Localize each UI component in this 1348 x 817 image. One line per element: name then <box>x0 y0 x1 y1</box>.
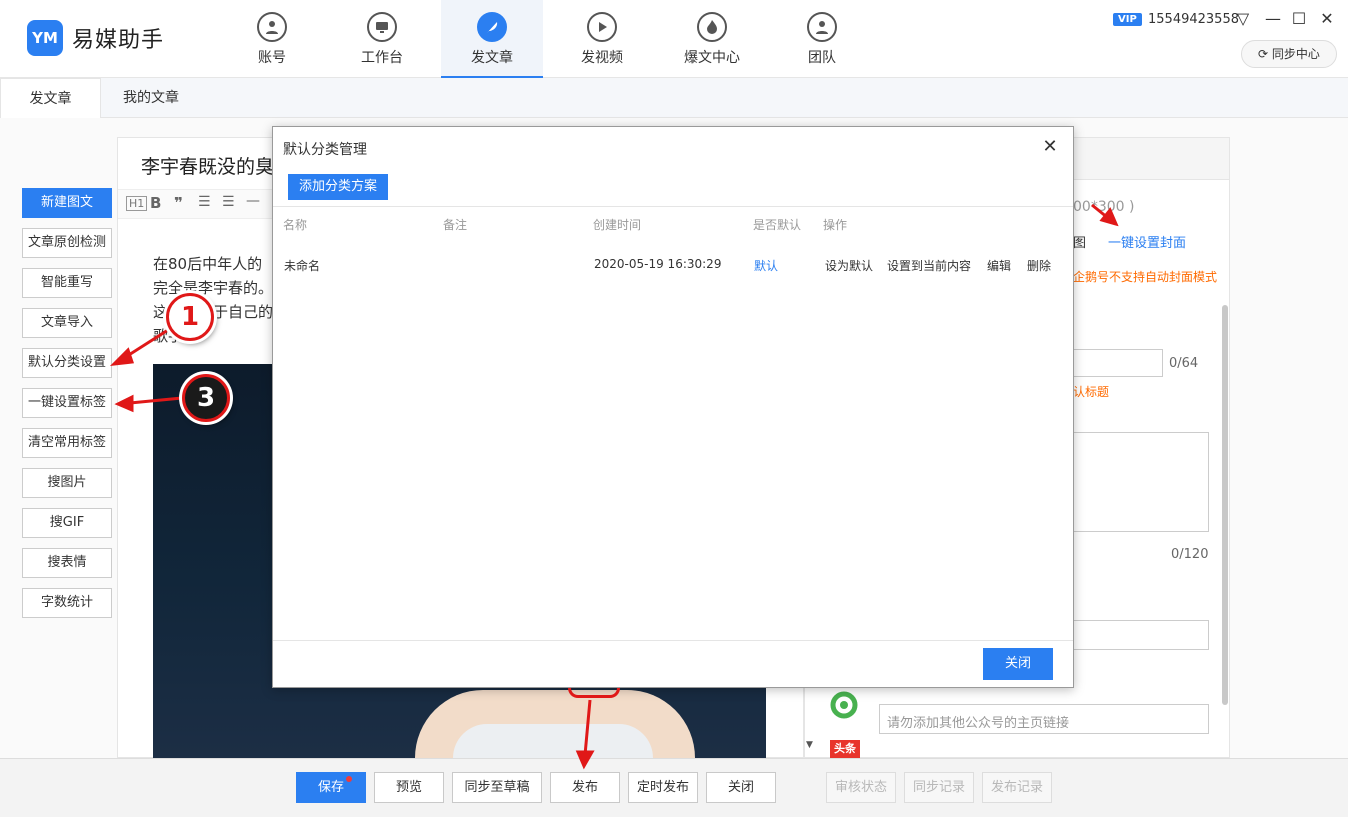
annotation-number: 3 <box>196 383 216 413</box>
annotation-step-1: 1 <box>166 293 214 341</box>
annotation-number: 1 <box>180 302 200 332</box>
annotation-step-partial <box>568 688 620 698</box>
annotation-step-3: 3 <box>182 374 230 422</box>
